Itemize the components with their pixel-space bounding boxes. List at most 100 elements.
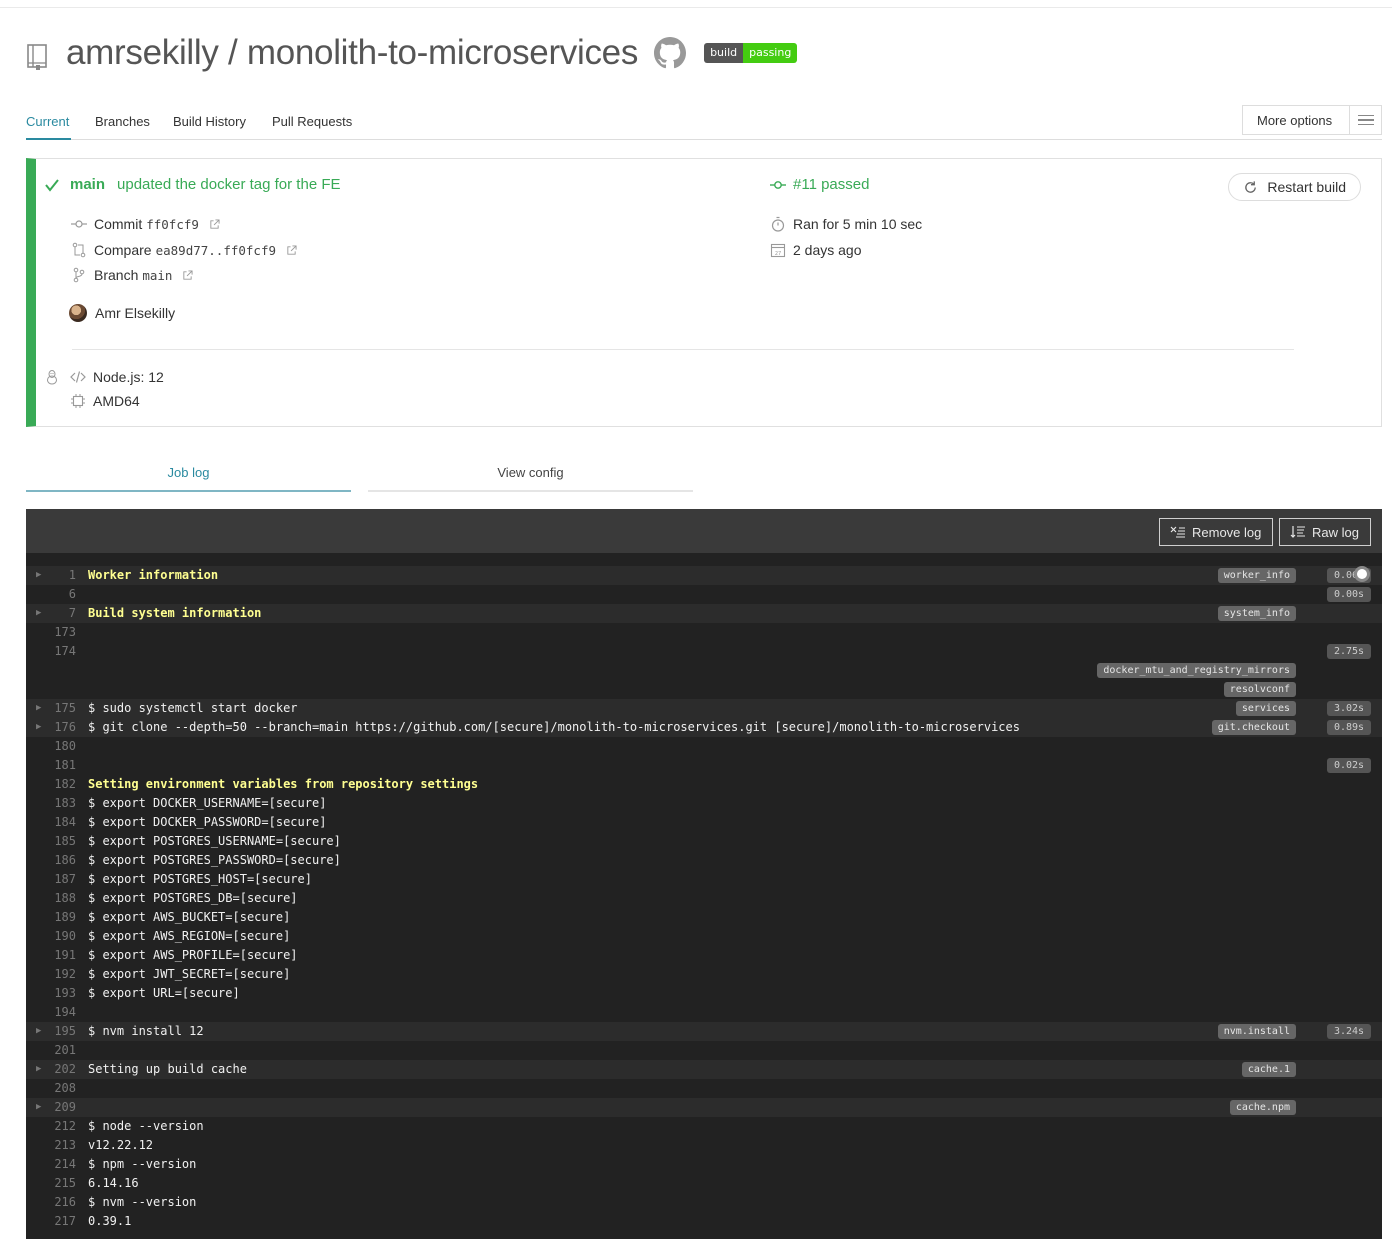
line-number[interactable]: 184: [26, 813, 76, 832]
badge-status: passing: [743, 43, 798, 63]
external-link-icon[interactable]: [209, 218, 220, 230]
line-text: $ export POSTGRES_PASSWORD=[secure]: [88, 853, 341, 867]
line-number[interactable]: 193: [26, 984, 76, 1003]
tab-branches[interactable]: Branches: [95, 114, 150, 129]
ran-for: Ran for 5 min 10 sec: [793, 216, 923, 232]
line-number[interactable]: 183: [26, 794, 76, 813]
line-number[interactable]: 180: [26, 737, 76, 756]
github-icon[interactable]: [654, 37, 687, 69]
date-row: 27 2 days ago: [770, 242, 862, 258]
remove-log-button[interactable]: Remove log: [1159, 518, 1273, 546]
author-avatar: [69, 304, 87, 322]
tab-build-history[interactable]: Build History: [173, 114, 246, 129]
log-line: 185 $ export POSTGRES_USERNAME=[secure]: [26, 832, 1382, 851]
fold-tag: services: [1235, 701, 1296, 716]
log-line: 189 $ export AWS_BUCKET=[secure]: [26, 908, 1382, 927]
line-number[interactable]: 1: [26, 566, 76, 585]
line-number[interactable]: 189: [26, 908, 76, 927]
branch-icon: [73, 267, 85, 283]
log-line[interactable]: ▶ 7 Build system information system_info: [26, 604, 1382, 623]
repo-title[interactable]: amrsekilly / monolith-to-microservices: [66, 33, 638, 73]
check-icon: [45, 178, 59, 192]
line-text: $ export DOCKER_PASSWORD=[secure]: [88, 815, 327, 829]
log-line[interactable]: ▶ 176 $ git clone --depth=50 --branch=main…: [26, 718, 1382, 737]
fold-tag: cache.1: [1241, 1062, 1296, 1077]
line-number[interactable]: 188: [26, 889, 76, 908]
external-link-icon[interactable]: [286, 244, 297, 256]
line-number[interactable]: 187: [26, 870, 76, 889]
line-number[interactable]: 201: [26, 1041, 76, 1060]
line-number[interactable]: 208: [26, 1079, 76, 1098]
log-line[interactable]: ▶ 1 Worker information worker_info 0.06s: [26, 566, 1382, 585]
line-number[interactable]: 181: [26, 756, 76, 775]
duration-badge: 0.00s: [1327, 587, 1371, 602]
line-number[interactable]: 212: [26, 1117, 76, 1136]
line-number[interactable]: 182: [26, 775, 76, 794]
branch-name[interactable]: main: [142, 268, 172, 283]
line-number[interactable]: 214: [26, 1155, 76, 1174]
line-number[interactable]: 217: [26, 1212, 76, 1231]
remove-log-label: Remove log: [1192, 524, 1262, 540]
linux-os-icon: [47, 370, 57, 385]
raw-log-button[interactable]: Raw log: [1279, 518, 1371, 546]
log-line: 213 v12.22.12: [26, 1136, 1382, 1155]
line-number[interactable]: 7: [26, 604, 76, 623]
line-number[interactable]: 175: [26, 699, 76, 718]
line-number[interactable]: 215: [26, 1174, 76, 1193]
tab-view-config[interactable]: View config: [368, 458, 693, 492]
line-number[interactable]: 185: [26, 832, 76, 851]
language: Node.js: 12: [93, 369, 164, 385]
line-number[interactable]: 186: [26, 851, 76, 870]
line-number[interactable]: 216: [26, 1193, 76, 1212]
build-status-badge[interactable]: build passing: [704, 43, 798, 63]
line-text: $ nvm install 12: [88, 1024, 204, 1038]
raw-log-label: Raw log: [1312, 524, 1359, 540]
line-text: $ export AWS_BUCKET=[secure]: [88, 910, 291, 924]
log-line[interactable]: ▶ 195 $ nvm install 12 nvm.install 3.24s: [26, 1022, 1382, 1041]
tab-job-log[interactable]: Job log: [26, 458, 351, 492]
line-number[interactable]: 173: [26, 623, 76, 642]
line-number[interactable]: 209: [26, 1098, 76, 1117]
tab-pull-requests[interactable]: Pull Requests: [272, 114, 352, 129]
restart-build-button[interactable]: Restart build: [1228, 173, 1361, 201]
duration-badge: 3.02s: [1327, 701, 1371, 716]
build-number-status[interactable]: #11 passed: [770, 176, 869, 193]
line-text: $ sudo systemctl start docker: [88, 701, 298, 715]
code-icon: [70, 371, 86, 383]
log-line: 173: [26, 623, 1382, 642]
log-line: 212 $ node --version: [26, 1117, 1382, 1136]
line-number[interactable]: 176: [26, 718, 76, 737]
line-number[interactable]: 190: [26, 927, 76, 946]
active-tab-indicator: [26, 138, 71, 140]
fold-tag: worker_info: [1217, 568, 1296, 583]
svg-text:27: 27: [775, 251, 781, 257]
compare-range[interactable]: ea89d77..ff0fcf9: [156, 243, 276, 258]
external-link-icon[interactable]: [182, 269, 194, 281]
author-row: Amr Elsekilly: [69, 304, 175, 322]
line-number[interactable]: 6: [26, 585, 76, 604]
more-options-button[interactable]: More options: [1242, 105, 1382, 135]
line-number[interactable]: 191: [26, 946, 76, 965]
line-text: $ export DOCKER_USERNAME=[secure]: [88, 796, 327, 810]
language-row: Node.js: 12: [70, 369, 164, 385]
commit-message[interactable]: updated the docker tag for the FE: [117, 176, 340, 193]
log-line: 191 $ export AWS_PROFILE=[secure]: [26, 946, 1382, 965]
line-number[interactable]: 195: [26, 1022, 76, 1041]
line-number[interactable]: 213: [26, 1136, 76, 1155]
log-line: 188 $ export POSTGRES_DB=[secure]: [26, 889, 1382, 908]
line-number[interactable]: 192: [26, 965, 76, 984]
log-line[interactable]: ▶ 209 cache.npm: [26, 1098, 1382, 1117]
log-line: 216 $ nvm --version: [26, 1193, 1382, 1212]
commit-sha[interactable]: ff0fcf9: [146, 217, 199, 232]
fold-tag: cache.npm: [1229, 1100, 1296, 1115]
scroll-to-end-handle[interactable]: [1354, 566, 1370, 582]
line-number[interactable]: 202: [26, 1060, 76, 1079]
line-text: Build system information: [88, 606, 262, 620]
line-number[interactable]: 174: [26, 642, 76, 661]
line-number[interactable]: 194: [26, 1003, 76, 1022]
log-line[interactable]: ▶ 175 $ sudo systemctl start docker service…: [26, 699, 1382, 718]
branch-link[interactable]: main: [70, 176, 105, 193]
line-text: $ node --version: [88, 1119, 204, 1133]
log-line[interactable]: ▶ 202 Setting up build cache cache.1: [26, 1060, 1382, 1079]
tab-current[interactable]: Current: [26, 114, 69, 129]
